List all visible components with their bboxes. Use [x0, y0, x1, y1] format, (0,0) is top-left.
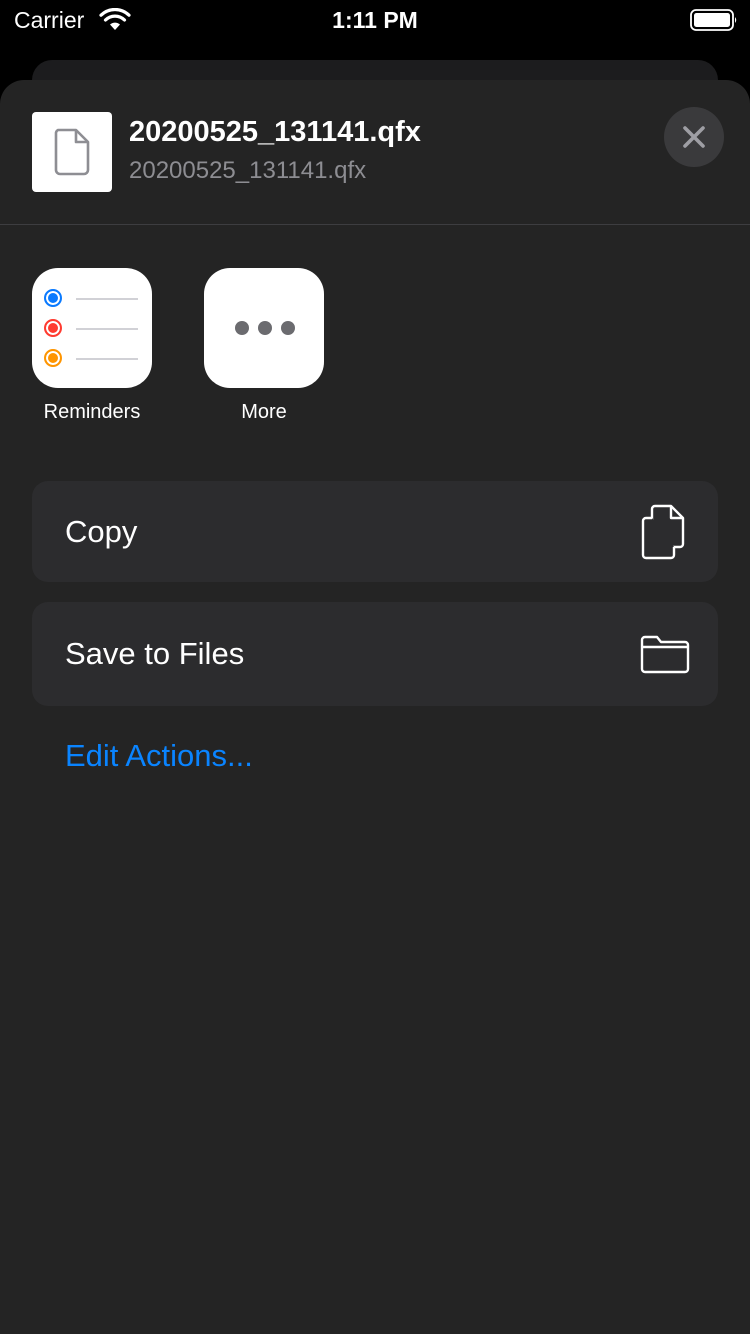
document-icon — [54, 128, 90, 176]
edit-actions-link[interactable]: Edit Actions... — [65, 738, 253, 774]
close-icon — [683, 126, 705, 148]
header-divider — [0, 224, 750, 225]
close-button[interactable] — [664, 107, 724, 167]
app-label-more: More — [241, 401, 287, 423]
save-to-files-action[interactable]: Save to Files — [32, 602, 718, 706]
copy-icon — [641, 504, 685, 559]
file-title: 20200525_131141.qfx — [129, 116, 421, 148]
copy-label: Copy — [65, 513, 138, 549]
folder-icon — [640, 635, 690, 674]
ellipsis-icon — [204, 268, 324, 388]
file-subtitle: 20200525_131141.qfx — [129, 157, 367, 184]
file-thumbnail — [32, 112, 112, 192]
save-to-files-label: Save to Files — [65, 636, 245, 671]
app-label-reminders: Reminders — [43, 401, 141, 423]
status-bar: Carrier 1:11 PM — [0, 0, 750, 40]
reminder-line — [44, 349, 140, 367]
battery-icon — [690, 9, 737, 31]
clock: 1:11 PM — [332, 7, 418, 33]
app-tile-reminders[interactable]: Reminders — [32, 268, 152, 424]
reminder-line — [44, 319, 140, 337]
share-sheet: 20200525_131141.qfx 20200525_131141.qfx … — [0, 80, 750, 1334]
reminders-icon — [32, 268, 152, 388]
reminder-line — [44, 289, 140, 307]
copy-action[interactable]: Copy — [32, 481, 718, 582]
app-tile-more[interactable]: More — [204, 268, 324, 424]
